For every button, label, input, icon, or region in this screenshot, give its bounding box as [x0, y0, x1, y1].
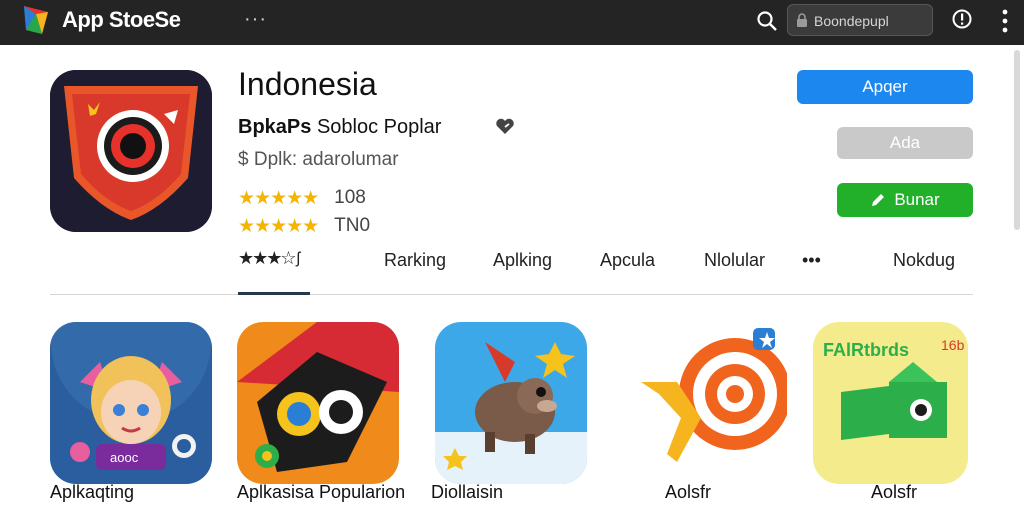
- rating-count: TN0: [334, 215, 371, 236]
- rating-row: ★★★★★ TN0: [238, 215, 371, 237]
- pencil-icon: [872, 194, 885, 206]
- app-card-label[interactable]: Aolsfr: [665, 482, 711, 503]
- search-icon[interactable]: [756, 10, 778, 32]
- kebab-menu-icon[interactable]: [1000, 8, 1010, 34]
- app-card-icon[interactable]: [237, 322, 399, 484]
- creature-icon: [435, 322, 587, 484]
- secondary-action-button[interactable]: Ada: [837, 127, 973, 159]
- app-card-label[interactable]: Diollaisin: [431, 482, 503, 503]
- developer-name[interactable]: BpkaPs: [238, 116, 311, 138]
- app-card[interactable]: aooc Aplkaqting: [50, 322, 212, 502]
- app-card[interactable]: Aplkasisa Popularion: [237, 322, 405, 502]
- price-line: $ Dplk: adarolumar: [238, 149, 399, 170]
- search-input[interactable]: Boondepupl: [787, 4, 933, 36]
- edit-button-label: Bunar: [894, 190, 940, 209]
- top-bar: App StoeSe ··· Boondepupl: [0, 0, 1024, 45]
- tile-title: FAlRtbrds: [823, 340, 909, 360]
- app-card-icon[interactable]: FAlRtbrds 16b: [813, 322, 968, 484]
- heart-icon[interactable]: [494, 116, 516, 136]
- tab-rating[interactable]: ★★★☆ ʃ: [238, 248, 300, 269]
- app-card-icon[interactable]: [637, 322, 787, 484]
- tab-divider: [50, 294, 973, 295]
- target-arrow-icon: [637, 322, 787, 484]
- rating-row: ★★★★★ 108: [238, 187, 366, 209]
- character-icon: aooc: [50, 322, 212, 484]
- app-card-label[interactable]: Aolsfr: [871, 482, 917, 503]
- app-title: Indonesia: [238, 66, 377, 102]
- search-placeholder: Boondepupl: [814, 13, 889, 29]
- green-board-icon: FAlRtbrds 16b: [813, 322, 968, 484]
- edit-button[interactable]: Bunar: [837, 183, 973, 217]
- tab-last[interactable]: Nokdug: [893, 250, 955, 271]
- rating-count: 108: [334, 187, 366, 208]
- tab-popular[interactable]: Apcula: [600, 250, 655, 271]
- shield-target-icon: [50, 70, 212, 232]
- app-card[interactable]: Aolsfr: [637, 322, 787, 502]
- tab-new[interactable]: Nlolular: [704, 250, 765, 271]
- app-card-label[interactable]: Aplkaqting: [50, 482, 134, 503]
- tab-rating-stars: ★★★☆: [238, 248, 297, 268]
- tab-ranking[interactable]: Rarking: [384, 250, 446, 271]
- brand-title[interactable]: App StoeSe: [62, 7, 181, 33]
- rating-stars: ★★★★★: [238, 187, 319, 209]
- tab-active-indicator: [238, 292, 310, 295]
- tab-more[interactable]: •••: [802, 250, 821, 271]
- subtitle-text: Sobloc Poplar: [316, 116, 442, 138]
- more-menu-button[interactable]: ···: [244, 8, 267, 31]
- app-icon[interactable]: [50, 70, 212, 232]
- lock-icon: [797, 13, 807, 27]
- app-card-label[interactable]: Aplkasisa Popularion: [237, 482, 405, 503]
- help-icon[interactable]: [951, 8, 973, 30]
- tab-rating-suffix: ʃ: [296, 249, 301, 267]
- tile-badge: 16b: [941, 337, 965, 353]
- rating-stars: ★★★★★: [238, 215, 319, 237]
- app-card-icon[interactable]: [435, 322, 587, 484]
- app-card[interactable]: FAlRtbrds 16b Aolsfr: [813, 322, 968, 502]
- tab-bar: ★★★☆ ʃ Rarking Aplking Apcula Nlolular •…: [238, 248, 978, 280]
- app-subtitle: BpkaPs Sobloc Poplar: [238, 116, 441, 139]
- abstract-circles-icon: [237, 322, 399, 484]
- app-store-logo-icon[interactable]: [22, 4, 50, 36]
- app-card-icon[interactable]: aooc: [50, 322, 212, 484]
- tab-apps[interactable]: Aplking: [493, 250, 552, 271]
- app-card[interactable]: Diollaisin: [431, 322, 587, 502]
- scrollbar[interactable]: [1014, 50, 1020, 230]
- badge-text: aooc: [110, 450, 139, 465]
- primary-action-button[interactable]: Apqer: [797, 70, 973, 104]
